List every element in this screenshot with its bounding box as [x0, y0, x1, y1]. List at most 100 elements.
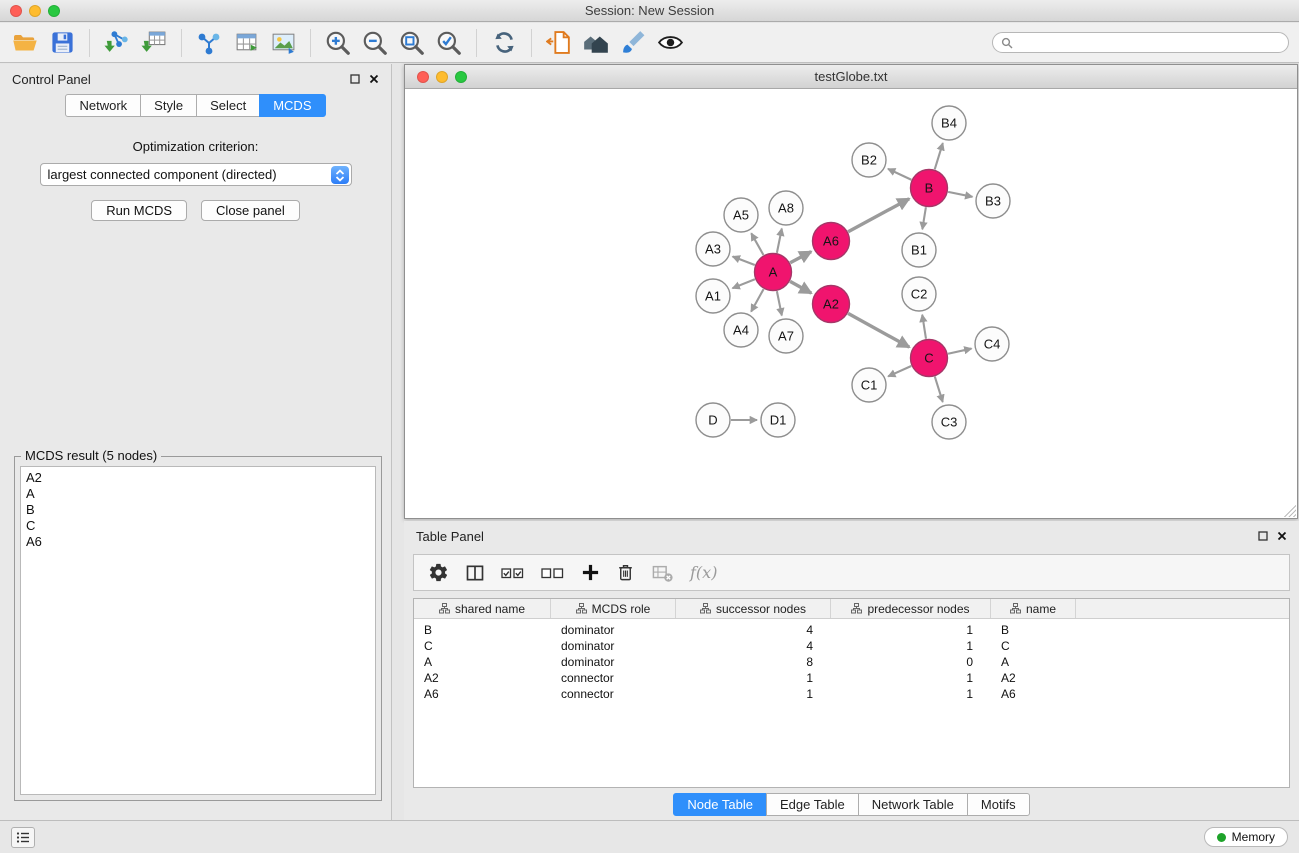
import-table-icon[interactable]	[139, 28, 169, 58]
table-row[interactable]: A6connector11A6	[414, 686, 1289, 702]
table-cell[interactable]: C	[991, 639, 1076, 653]
table-cell[interactable]: A2	[414, 671, 551, 685]
tab-node-table[interactable]: Node Table	[673, 793, 767, 816]
close-panel-button[interactable]: Close panel	[201, 200, 300, 221]
mcds-result-item[interactable]: C	[26, 518, 370, 534]
graph-node-B4[interactable]: B4	[932, 106, 966, 140]
table-cell[interactable]: 1	[831, 671, 991, 685]
unselect-all-columns-icon[interactable]	[541, 564, 565, 582]
table-cell[interactable]: 0	[831, 655, 991, 669]
tab-select[interactable]: Select	[196, 94, 260, 117]
search-input[interactable]	[1018, 36, 1280, 50]
graph-edge-A-A5[interactable]	[751, 233, 763, 255]
mcds-result-item[interactable]: B	[26, 502, 370, 518]
graph-edge-A-A3[interactable]	[733, 257, 755, 266]
graph-node-C3[interactable]: C3	[932, 405, 966, 439]
table-cell[interactable]: dominator	[551, 639, 676, 653]
table-cell[interactable]: C	[414, 639, 551, 653]
mcds-result-item[interactable]: A	[26, 486, 370, 502]
tab-edge-table[interactable]: Edge Table	[766, 793, 859, 816]
table-cell[interactable]: dominator	[551, 623, 676, 637]
graph-node-C2[interactable]: C2	[902, 277, 936, 311]
mcds-result-item[interactable]: A2	[26, 470, 370, 486]
import-document-icon[interactable]	[544, 28, 574, 58]
graph-node-A1[interactable]: A1	[696, 279, 730, 313]
graph-edge-B-B3[interactable]	[948, 192, 972, 197]
close-window-button[interactable]	[10, 5, 22, 17]
graph-node-A8[interactable]: A8	[769, 191, 803, 225]
open-session-icon[interactable]	[10, 28, 40, 58]
table-settings-gear-icon[interactable]	[428, 562, 449, 583]
graph-node-D[interactable]: D	[696, 403, 730, 437]
column-header-mcds-role[interactable]: MCDS role	[551, 599, 676, 618]
delete-column-trash-icon[interactable]	[616, 562, 635, 583]
home-view-icon[interactable]	[581, 28, 611, 58]
tab-mcds[interactable]: MCDS	[259, 94, 325, 117]
network-zoom-button[interactable]	[455, 71, 467, 83]
zoom-selected-icon[interactable]	[434, 28, 464, 58]
graph-edge-A-A7[interactable]	[777, 291, 782, 315]
graph-edge-C-C3[interactable]	[935, 377, 943, 402]
graph-node-D1[interactable]: D1	[761, 403, 795, 437]
tab-style[interactable]: Style	[140, 94, 197, 117]
window-resize-grip[interactable]	[1284, 505, 1296, 517]
graph-node-A6[interactable]: A6	[813, 223, 850, 260]
graph-edge-C-C4[interactable]	[948, 349, 971, 354]
graph-edge-A-A8[interactable]	[777, 229, 782, 253]
table-cell[interactable]: 8	[676, 655, 831, 669]
graph-node-A2[interactable]: A2	[813, 286, 850, 323]
table-cell[interactable]: 1	[676, 687, 831, 701]
table-cell[interactable]: A	[991, 655, 1076, 669]
graph-node-A3[interactable]: A3	[696, 232, 730, 266]
float-panel-icon[interactable]	[350, 74, 360, 84]
float-table-panel-icon[interactable]	[1258, 531, 1268, 541]
zoom-out-icon[interactable]	[360, 28, 390, 58]
select-all-columns-icon[interactable]	[501, 564, 525, 582]
zoom-fit-icon[interactable]	[397, 28, 427, 58]
table-cell[interactable]: 4	[676, 623, 831, 637]
new-network-icon[interactable]	[194, 28, 224, 58]
table-cell[interactable]: 1	[831, 623, 991, 637]
graph-edge-B-B2[interactable]	[888, 169, 911, 180]
table-row[interactable]: Cdominator41C	[414, 638, 1289, 654]
table-cell[interactable]: 1	[831, 639, 991, 653]
graph-edge-A6-B[interactable]	[848, 199, 909, 232]
graph-node-B1[interactable]: B1	[902, 233, 936, 267]
optimization-select[interactable]: largest connected component (directed)	[40, 163, 352, 186]
graph-edge-A-A1[interactable]	[732, 279, 754, 288]
graph-edge-A-A6[interactable]	[790, 252, 811, 263]
memory-button[interactable]: Memory	[1204, 827, 1288, 847]
graph-node-C[interactable]: C	[911, 340, 948, 377]
column-header-name[interactable]: name	[991, 599, 1076, 618]
table-cell[interactable]: A6	[414, 687, 551, 701]
show-columns-icon[interactable]	[465, 563, 485, 583]
mcds-result-list[interactable]: A2ABCA6	[20, 466, 376, 795]
add-column-icon[interactable]	[581, 563, 600, 582]
table-row[interactable]: A2connector11A2	[414, 670, 1289, 686]
table-cell[interactable]: A2	[991, 671, 1076, 685]
table-cell[interactable]: dominator	[551, 655, 676, 669]
graph-node-A7[interactable]: A7	[769, 319, 803, 353]
network-minimize-button[interactable]	[436, 71, 448, 83]
table-cell[interactable]: 1	[676, 671, 831, 685]
table-cell[interactable]: 1	[831, 687, 991, 701]
table-row[interactable]: Bdominator41B	[414, 622, 1289, 638]
search-field[interactable]	[992, 32, 1289, 53]
network-canvas[interactable]: B4B2BB3A5A8A6A3B1AA1C2A2A4A7CC4C1C3DD1	[405, 90, 1297, 518]
mcds-result-item[interactable]: A6	[26, 534, 370, 550]
graph-edge-A-A2[interactable]	[790, 281, 811, 293]
column-header-successor-nodes[interactable]: successor nodes	[676, 599, 831, 618]
graph-node-B2[interactable]: B2	[852, 143, 886, 177]
column-header-shared-name[interactable]: shared name	[414, 599, 551, 618]
show-hide-eye-icon[interactable]	[655, 28, 685, 58]
tab-network[interactable]: Network	[65, 94, 141, 117]
graph-edge-C-C1[interactable]	[888, 366, 911, 376]
graph-node-C4[interactable]: C4	[975, 327, 1009, 361]
table-row[interactable]: Adominator80A	[414, 654, 1289, 670]
graph-node-A[interactable]: A	[755, 254, 792, 291]
graph-node-B3[interactable]: B3	[976, 184, 1010, 218]
graph-edge-C-C2[interactable]	[922, 315, 926, 339]
minimize-window-button[interactable]	[29, 5, 41, 17]
table-cell[interactable]: B	[414, 623, 551, 637]
graph-edge-B-B4[interactable]	[935, 143, 943, 169]
